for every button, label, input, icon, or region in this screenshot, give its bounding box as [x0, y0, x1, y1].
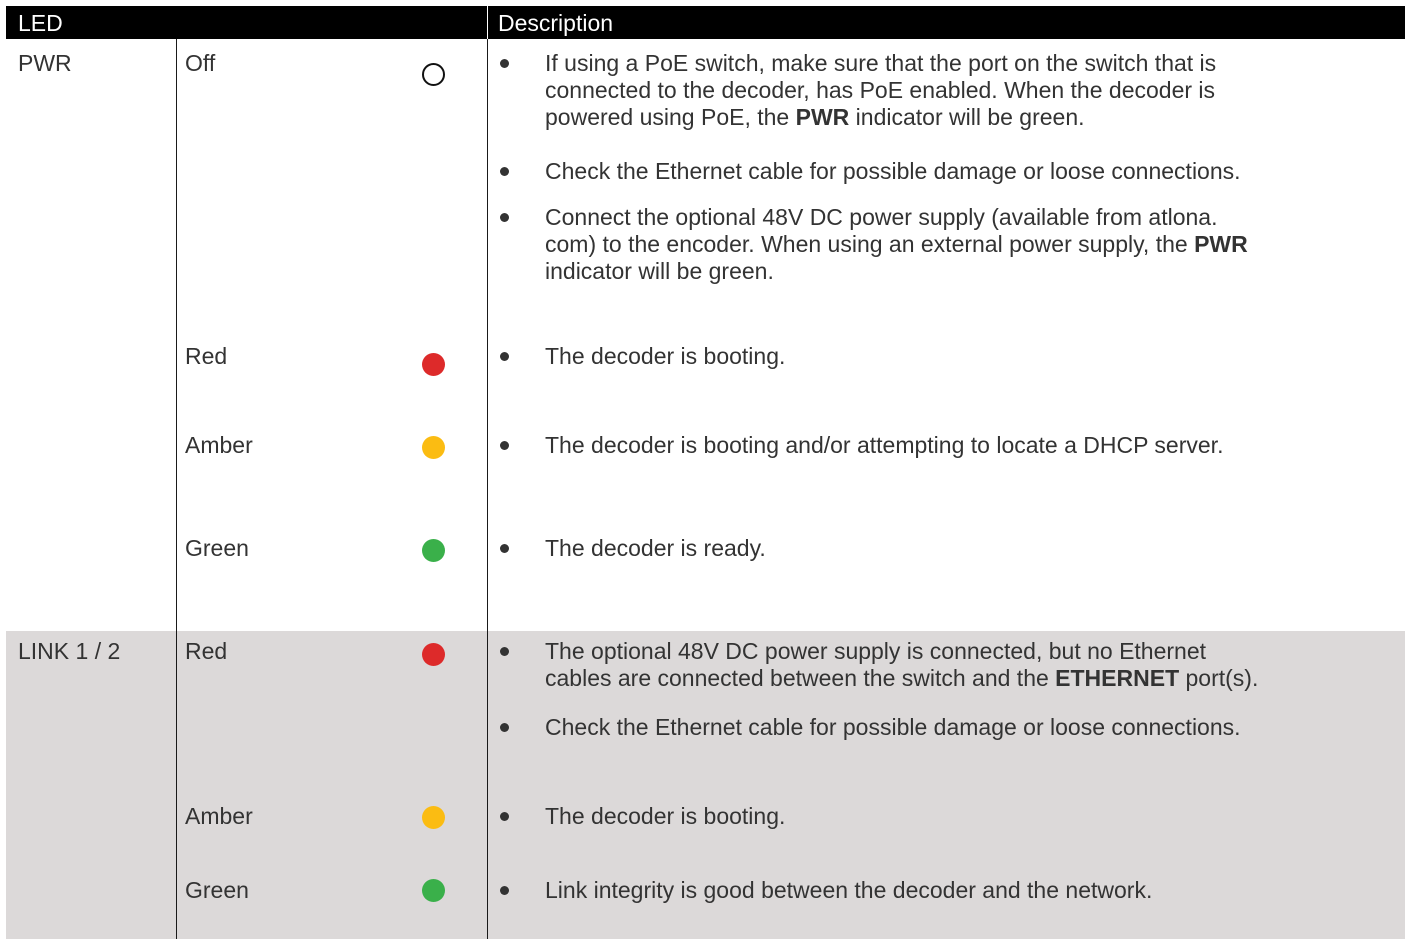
- bullet-icon: [500, 723, 509, 732]
- description-pwr-red: The decoder is booting.: [545, 343, 786, 369]
- led-red-icon: [422, 643, 445, 666]
- header-description: Description: [498, 10, 614, 36]
- description-pwr-amber: The decoder is booting and/or attempting…: [545, 432, 1224, 458]
- led-off-icon: [422, 63, 445, 86]
- led-group-link: LINK 1 / 2: [18, 638, 121, 664]
- description-link-green: Link integrity is good between the decod…: [545, 877, 1153, 903]
- column-divider-1: [176, 39, 177, 939]
- bullet-icon: [500, 647, 509, 656]
- state-amber: Amber: [185, 432, 253, 458]
- led-amber-icon: [422, 436, 445, 459]
- state-red: Red: [185, 638, 228, 664]
- state-green: Green: [185, 877, 249, 903]
- description-link-red-1: The optional 48V DC power supply is conn…: [545, 638, 1259, 691]
- bullet-icon: [500, 441, 509, 450]
- led-red-icon: [422, 353, 445, 376]
- description-pwr-off-2: Check the Ethernet cable for possible da…: [545, 158, 1241, 184]
- led-amber-icon: [422, 806, 445, 829]
- description-link-amber: The decoder is booting.: [545, 803, 786, 829]
- state-green: Green: [185, 535, 249, 561]
- header-divider: [487, 6, 488, 39]
- description-link-red-2: Check the Ethernet cable for possible da…: [545, 714, 1241, 740]
- bullet-icon: [500, 352, 509, 361]
- bullet-icon: [500, 886, 509, 895]
- led-green-icon: [422, 539, 445, 562]
- bullet-icon: [500, 213, 509, 222]
- bullet-icon: [500, 812, 509, 821]
- description-pwr-off-3: Connect the optional 48V DC power supply…: [545, 204, 1248, 284]
- led-green-icon: [422, 879, 445, 902]
- state-red: Red: [185, 343, 228, 369]
- state-amber: Amber: [185, 803, 253, 829]
- description-pwr-green: The decoder is ready.: [545, 535, 766, 561]
- column-divider-2: [487, 39, 488, 939]
- state-off: Off: [185, 50, 216, 76]
- led-group-pwr: PWR: [18, 50, 72, 76]
- bullet-icon: [500, 544, 509, 553]
- header-led: LED: [18, 10, 63, 36]
- description-pwr-off-1: If using a PoE switch, make sure that th…: [545, 50, 1217, 130]
- bullet-icon: [500, 59, 509, 68]
- table-header: LED Description: [6, 6, 1405, 39]
- bullet-icon: [500, 167, 509, 176]
